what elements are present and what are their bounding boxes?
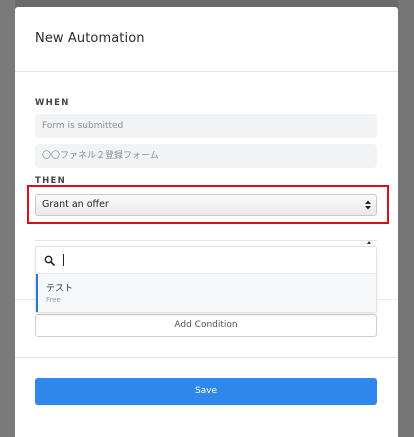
save-button[interactable]: Save	[35, 378, 377, 405]
modal-title: New Automation	[35, 31, 145, 46]
dropdown-search-input[interactable]	[60, 253, 360, 268]
caret-up-icon[interactable]	[367, 241, 371, 244]
footer-divider	[15, 357, 398, 358]
offer-option[interactable]: テスト Free	[36, 274, 376, 312]
add-condition-button[interactable]: Add Condition	[35, 314, 377, 337]
form-field: 〇〇ファネル２登録フォーム	[35, 144, 377, 168]
when-label: WHEN	[35, 98, 70, 108]
dropdown-search-row	[36, 247, 376, 274]
offer-option-name: テスト	[46, 284, 74, 294]
offer-select-border	[35, 240, 377, 241]
trigger-field: Form is submitted	[35, 114, 377, 138]
annotation-highlight-box	[27, 185, 389, 224]
modal-header: New Automation	[15, 7, 398, 72]
text-cursor	[63, 254, 64, 266]
search-icon	[44, 255, 55, 266]
offer-dropdown: テスト Free	[35, 246, 377, 313]
offer-option-price: Free	[46, 296, 61, 304]
background-page-right	[398, 0, 414, 437]
background-page-left	[0, 0, 15, 437]
